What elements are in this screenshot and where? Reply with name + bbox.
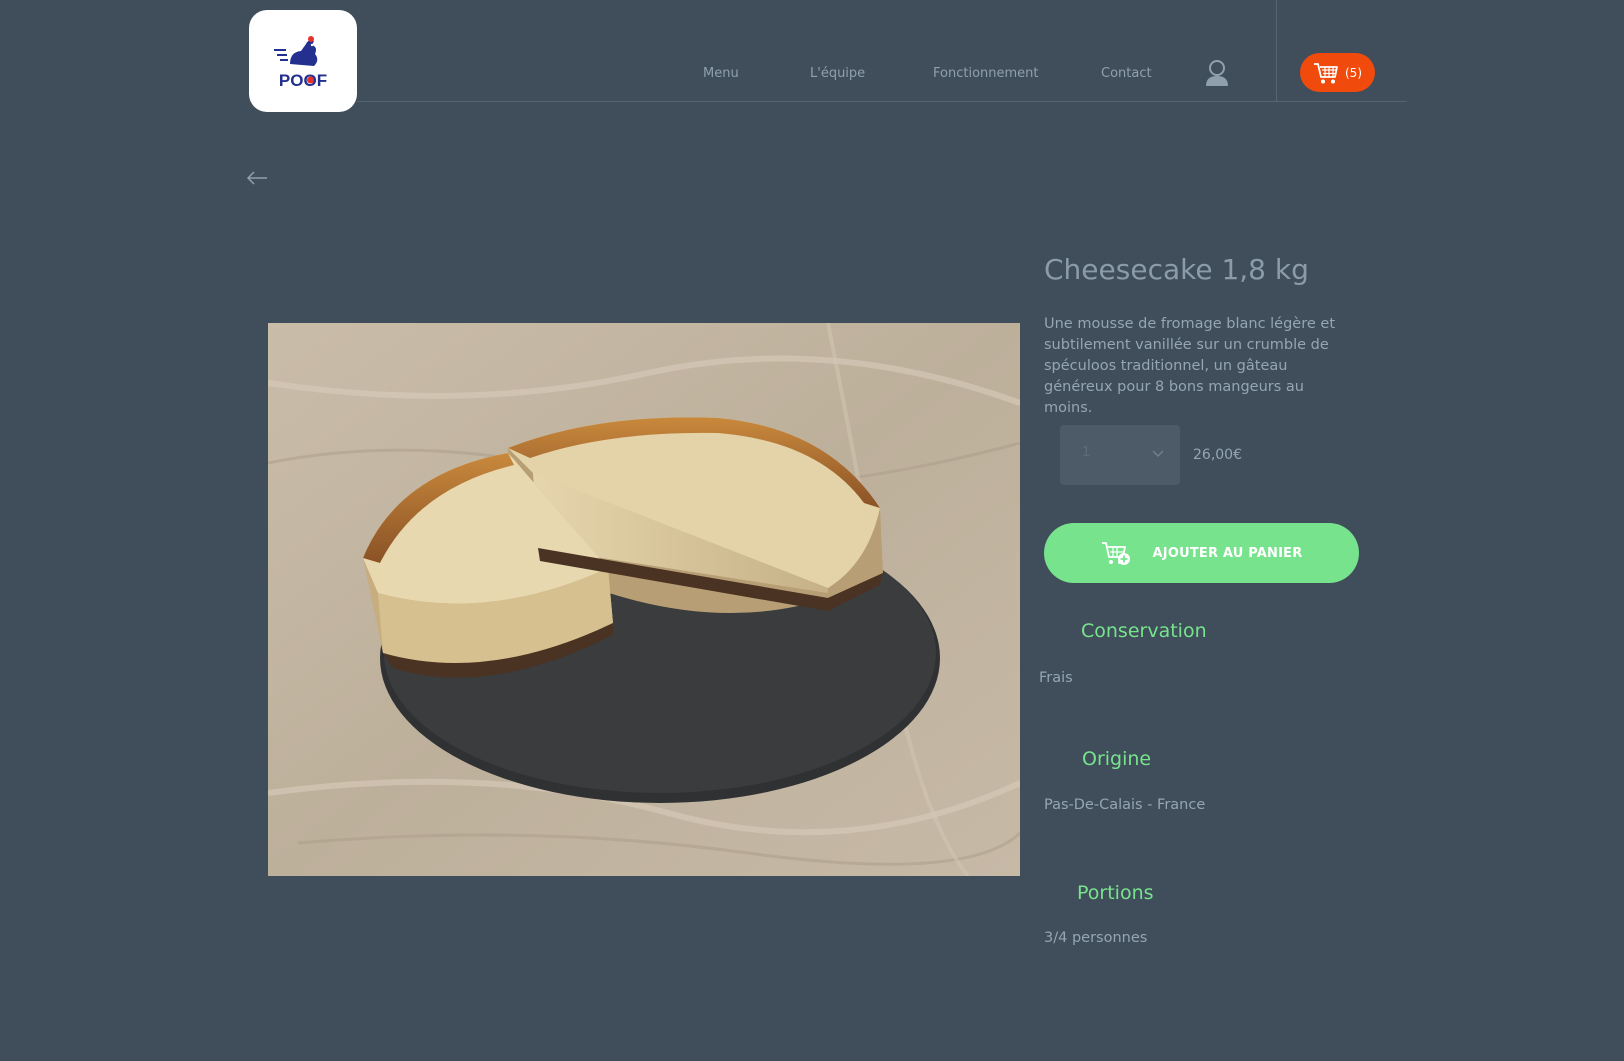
header-vertical-divider [1276, 0, 1277, 101]
back-arrow-icon[interactable] [246, 170, 268, 186]
quantity-value: 1 [1082, 445, 1091, 460]
user-icon[interactable] [1205, 59, 1229, 87]
product-image [268, 323, 1020, 876]
quantity-select[interactable]: 1 [1060, 425, 1180, 485]
cart-count: (5) [1345, 65, 1362, 80]
nav-fonctionnement[interactable]: Fonctionnement [933, 66, 1039, 81]
cart-add-icon [1101, 542, 1130, 565]
add-to-cart-label: AJOUTER AU PANIER [1152, 545, 1303, 561]
logo[interactable]: POOF [249, 10, 357, 112]
nav-menu[interactable]: Menu [703, 66, 739, 81]
cart-button[interactable]: (5) [1300, 53, 1375, 92]
conservation-title: Conservation [1081, 620, 1207, 642]
nav-equipe[interactable]: L'équipe [810, 66, 865, 81]
origine-title: Origine [1082, 748, 1152, 770]
portions-value: 3/4 personnes [1044, 930, 1148, 946]
cart-icon [1314, 62, 1338, 83]
chevron-down-icon [1152, 450, 1164, 457]
conservation-value: Frais [1039, 670, 1073, 686]
product-title: Cheesecake 1,8 kg [1044, 253, 1309, 286]
logo-image: POOF [274, 36, 327, 90]
svg-text:POOF: POOF [279, 71, 327, 90]
origine-value: Pas-De-Calais - France [1044, 797, 1206, 813]
product-price: 26,00€ [1193, 447, 1242, 463]
product-description: Une mousse de fromage blanc légère et su… [1044, 316, 1335, 416]
header-divider [357, 101, 1407, 102]
nav-contact[interactable]: Contact [1101, 66, 1152, 81]
portions-title: Portions [1077, 882, 1154, 904]
add-to-cart-button[interactable]: AJOUTER AU PANIER [1044, 523, 1359, 583]
